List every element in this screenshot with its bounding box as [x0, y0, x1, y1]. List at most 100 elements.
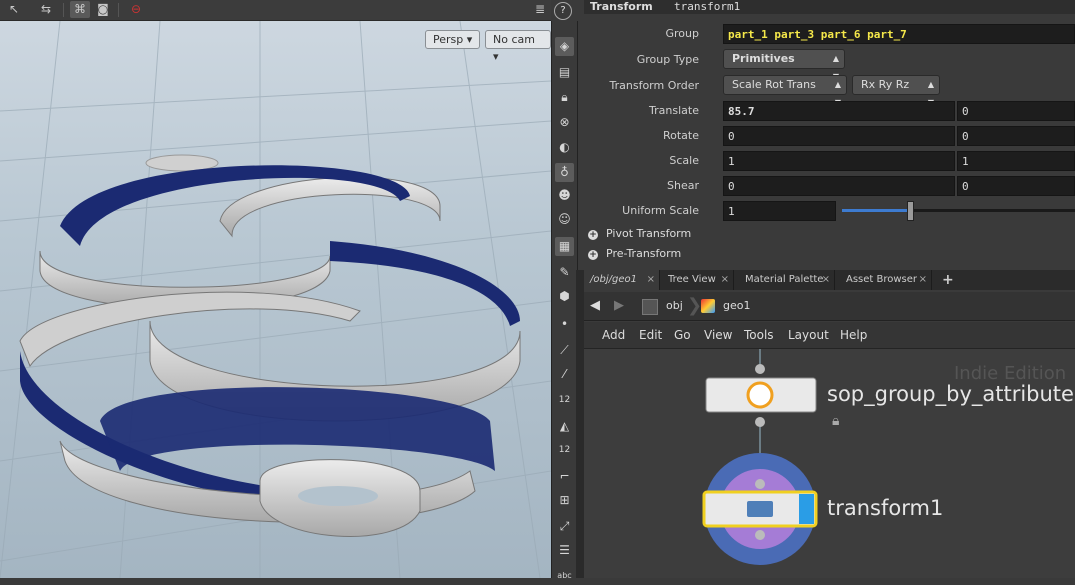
scale-y-field[interactable]: 1 — [957, 151, 1075, 171]
tab-network[interactable]: /obj/geo1 × — [584, 270, 660, 290]
point-icon[interactable]: • — [555, 315, 574, 334]
menu-view[interactable]: View — [704, 322, 732, 348]
rotation-order-value: Rx Ry Rz — [861, 78, 910, 91]
network-editor[interactable]: Indie Edition sop_group_by_attribute 🔒︎ … — [584, 349, 1075, 578]
pivot-transform-folder[interactable]: + Pivot Transform — [588, 227, 691, 240]
menu-help[interactable]: Help — [840, 322, 867, 348]
ring-middle-back — [330, 241, 520, 326]
add-tab-button[interactable]: + — [936, 270, 958, 290]
menu-edit[interactable]: Edit — [639, 322, 662, 348]
group-type-dropdown[interactable]: Primitives▲▼ — [723, 49, 845, 81]
brush-icon[interactable]: ⟋ — [555, 341, 574, 360]
expand-icon: + — [588, 250, 598, 260]
wedge-icon[interactable]: ⌐ — [555, 467, 574, 486]
pin-icon[interactable]: ⊗ — [555, 113, 574, 132]
eraser-icon[interactable]: ◭ — [555, 417, 574, 436]
number-12-stack-icon[interactable]: 12 — [555, 441, 574, 460]
path-bar: ◀ ▶ obj ❯ geo1 — [584, 292, 1075, 321]
bulb-icon[interactable]: ♁ — [555, 163, 574, 182]
chevron-down-icon: ▾ — [493, 50, 499, 63]
rotate-x-field[interactable]: 0 — [723, 126, 955, 146]
record-icon[interactable]: ⊖ — [126, 1, 146, 18]
path-segment-geo1[interactable]: geo1 — [723, 299, 750, 312]
display-shelf: ◈ ▤ 🔒︎ ⊗ ◐ ♁ ☻ ☺ ▦ ✎ ⬢ • ⟋ ⁄ 12 ◭ 12 ⌐ ⊞… — [551, 21, 578, 580]
translate-x-field[interactable]: 85.7 — [723, 101, 955, 121]
toolbar-divider — [118, 3, 119, 17]
tab-asset-browser[interactable]: Asset Browser × — [840, 270, 932, 290]
persp-button[interactable]: Persp ▾ — [425, 30, 481, 49]
display-menu-icon[interactable]: ≣ — [530, 1, 550, 18]
tab-label: Asset Browser — [846, 274, 918, 285]
grid-icon[interactable]: ⊞ — [555, 491, 574, 510]
uniform-scale-slider-track[interactable] — [842, 201, 1075, 221]
output-connector[interactable] — [755, 417, 765, 427]
lock-icon[interactable]: 🔒︎ — [555, 88, 574, 107]
shear-y-field[interactable]: 0 — [957, 176, 1075, 196]
node-name-field[interactable]: transform1 — [674, 0, 740, 13]
menu-add[interactable]: Add — [602, 322, 625, 348]
tab-tree-view[interactable]: Tree View × — [662, 270, 734, 290]
menu-tools[interactable]: Tools — [744, 322, 774, 348]
transform-node-icon — [747, 501, 773, 517]
texture-icon[interactable]: ▦ — [555, 237, 574, 256]
network-icon — [642, 299, 658, 315]
skull-outline-icon[interactable]: ☺ — [555, 210, 574, 229]
display-options-icon[interactable]: ◈ — [555, 37, 574, 56]
uniform-scale-field[interactable]: 1 — [723, 201, 836, 221]
transform-arrows-icon[interactable]: ⇆ — [36, 1, 56, 18]
snap-icon[interactable]: ⌘ — [70, 1, 90, 18]
ring-top-small — [219, 176, 441, 238]
viewport-toolbar: ↖ ⇆ ⌘ ◙ ⊖ ≣ — [0, 0, 551, 21]
close-icon[interactable]: × — [721, 270, 729, 290]
camera-label: No cam — [493, 33, 535, 46]
group-field[interactable]: part_1 part_3 part_6 part_7 — [723, 24, 1075, 44]
input-connector[interactable] — [755, 364, 765, 374]
parameter-editor: Transform transform1 Group part_1 part_3… — [584, 0, 1075, 270]
light-icon[interactable]: ◐ — [555, 138, 574, 157]
tab-material-palette[interactable]: Material Palette × — [739, 270, 835, 290]
number-12-icon[interactable]: 12 — [555, 391, 574, 410]
3d-viewport[interactable]: Persp ▾ No cam ▾ — [0, 21, 551, 578]
tab-label: Tree View — [668, 274, 716, 285]
shelf-header: ? — [551, 0, 576, 20]
node-label-group[interactable]: sop_group_by_attribute — [827, 382, 1074, 406]
rotation-order-dropdown[interactable]: Rx Ry Rz▲▼ — [852, 75, 940, 107]
display-flag[interactable] — [799, 494, 814, 524]
group-type-label: Group Type — [636, 53, 699, 66]
node-type-label: Transform — [590, 0, 653, 13]
picker-icon[interactable]: ⁄ — [555, 365, 574, 384]
tweak-icon[interactable]: ⤢ — [555, 517, 574, 536]
translate-y-field[interactable]: 0 — [957, 101, 1075, 121]
geometry-icon[interactable]: ⬢ — [555, 287, 574, 306]
back-arrow-icon[interactable]: ◀ — [590, 298, 600, 313]
camera-button[interactable]: No cam ▾ — [485, 30, 551, 63]
pane-divider — [576, 270, 584, 578]
close-icon[interactable]: × — [919, 270, 927, 290]
input-connector[interactable] — [755, 479, 765, 489]
pre-transform-folder[interactable]: + Pre-Transform — [588, 247, 681, 260]
paint-icon[interactable]: ✎ — [555, 263, 574, 282]
menu-layout[interactable]: Layout — [788, 322, 829, 348]
node-label-transform[interactable]: transform1 — [827, 496, 943, 520]
help-icon[interactable]: ? — [554, 2, 572, 20]
skull-icon[interactable]: ☻ — [555, 186, 574, 205]
view-icon[interactable]: ▤ — [555, 63, 574, 82]
network-menu-bar: Add Edit Go View Tools Layout Help — [584, 322, 1075, 349]
transform-order-dropdown[interactable]: Scale Rot Trans▲▼ — [723, 75, 847, 107]
output-connector[interactable] — [755, 530, 765, 540]
camera-icon[interactable]: ◙ — [93, 1, 113, 18]
close-icon[interactable]: × — [647, 270, 655, 290]
path-segment-obj[interactable]: obj — [666, 299, 683, 312]
uniform-scale-slider-handle[interactable] — [907, 201, 914, 221]
rotate-y-field[interactable]: 0 — [957, 126, 1075, 146]
scale-x-field[interactable]: 1 — [723, 151, 955, 171]
shear-x-field[interactable]: 0 — [723, 176, 955, 196]
menu-icon[interactable]: ☰ — [555, 541, 574, 560]
tab-label: /obj/geo1 — [590, 274, 637, 285]
select-arrow-icon[interactable]: ↖ — [4, 1, 24, 18]
forward-arrow-icon[interactable]: ▶ — [614, 298, 624, 313]
shear-label: Shear — [667, 179, 699, 192]
close-icon[interactable]: × — [822, 270, 830, 290]
menu-go[interactable]: Go — [674, 322, 691, 348]
chevron-down-icon: ▾ — [466, 33, 473, 46]
